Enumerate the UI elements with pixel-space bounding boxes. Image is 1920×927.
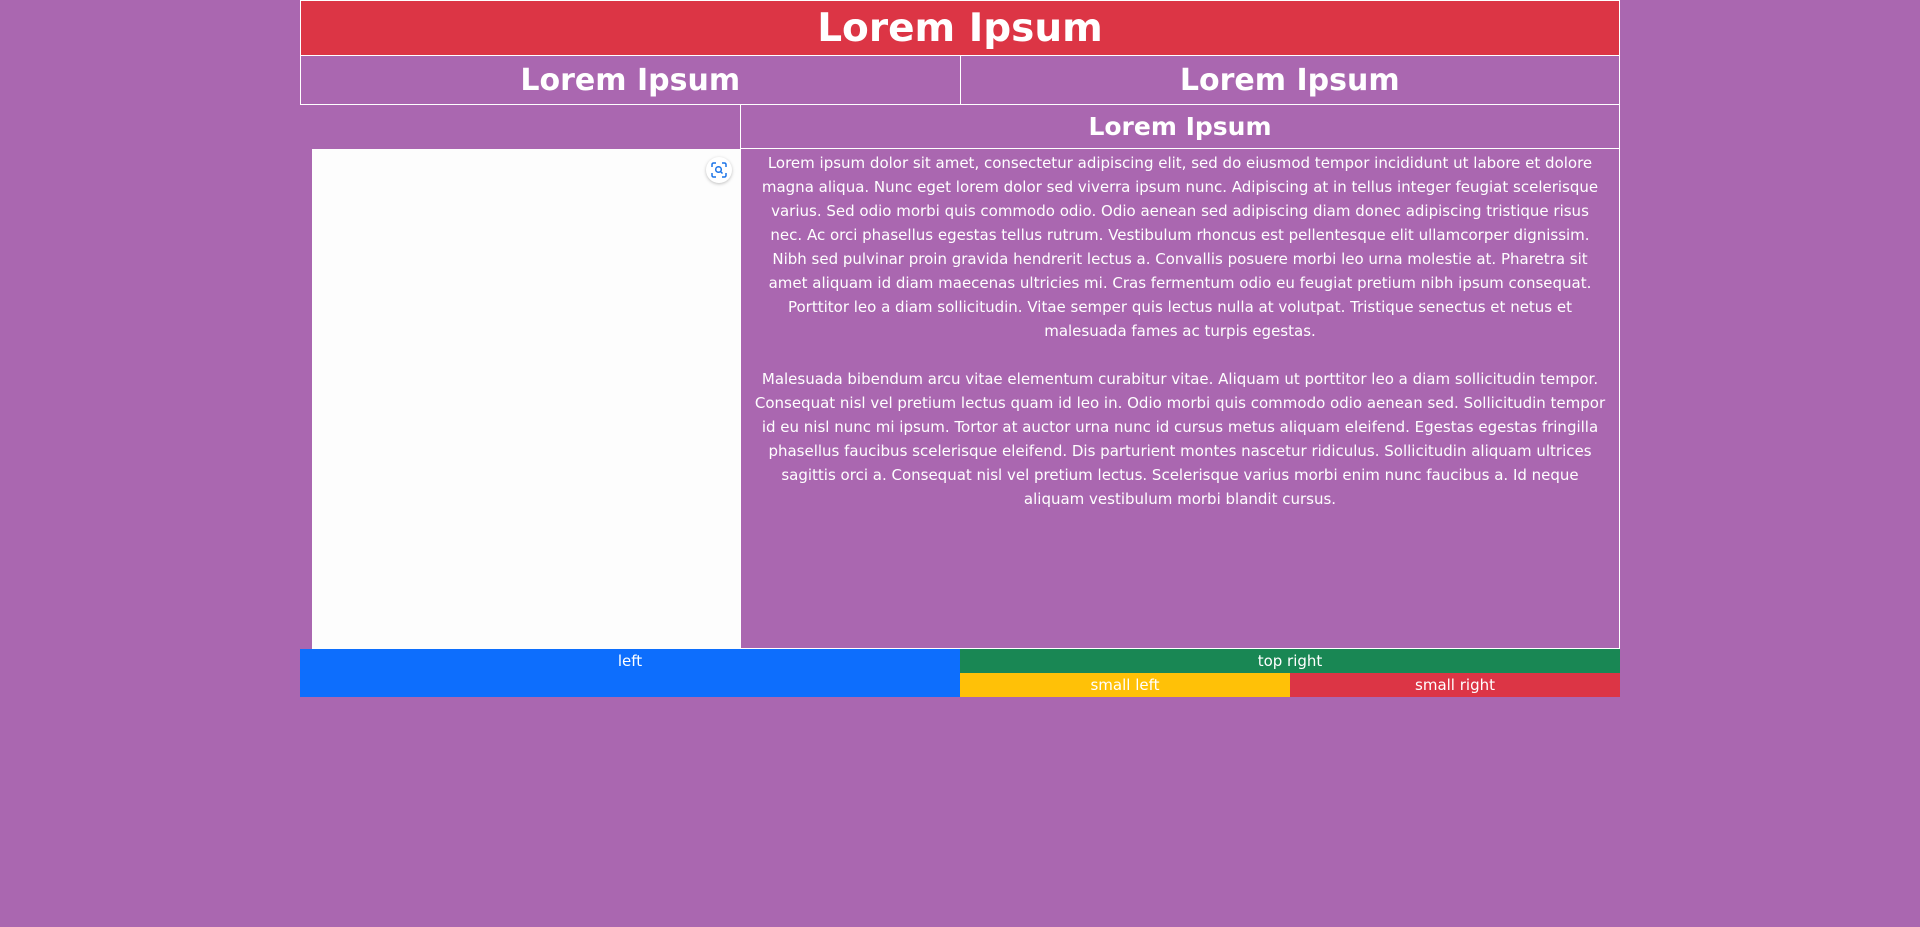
left-block: left xyxy=(300,649,960,697)
right-blocks: top right small left small right xyxy=(960,649,1620,697)
content-text: Lorem ipsum dolor sit amet, consectetur … xyxy=(740,149,1620,649)
paragraph: Malesuada bibendum arcu vitae elementum … xyxy=(754,370,1606,508)
content-title-row: Lorem Ipsum xyxy=(300,105,1620,149)
left-block-label: left xyxy=(617,652,643,670)
page-container: Lorem Ipsum Lorem Ipsum Lorem Ipsum Lore… xyxy=(300,0,1620,697)
small-left-label: small left xyxy=(1090,676,1160,694)
visual-search-button[interactable] xyxy=(706,157,732,183)
paragraph: Lorem ipsum dolor sit amet, consectetur … xyxy=(761,154,1599,340)
subheader-left: Lorem Ipsum xyxy=(300,56,961,105)
page-title: Lorem Ipsum xyxy=(817,5,1103,51)
content-row: Lorem ipsum dolor sit amet, consectetur … xyxy=(300,149,1620,649)
footer-grid: left top right small left small right xyxy=(300,649,1620,697)
subheader-left-title: Lorem Ipsum xyxy=(520,62,741,98)
top-right-label: top right xyxy=(1257,652,1323,670)
subheader-right-title: Lorem Ipsum xyxy=(1179,62,1400,98)
visual-search-icon xyxy=(711,162,727,178)
image-panel xyxy=(312,149,740,649)
page-header: Lorem Ipsum xyxy=(300,0,1620,56)
top-right-block: top right xyxy=(960,649,1620,673)
content-title-text: Lorem Ipsum xyxy=(1088,112,1272,141)
small-left-block: small left xyxy=(960,673,1290,697)
small-blocks-row: small left small right xyxy=(960,673,1620,697)
content-title: Lorem Ipsum xyxy=(740,105,1620,149)
small-right-label: small right xyxy=(1415,676,1495,694)
subheader-right: Lorem Ipsum xyxy=(960,56,1620,105)
small-right-block: small right xyxy=(1290,673,1620,697)
subheader-row: Lorem Ipsum Lorem Ipsum xyxy=(300,56,1620,105)
